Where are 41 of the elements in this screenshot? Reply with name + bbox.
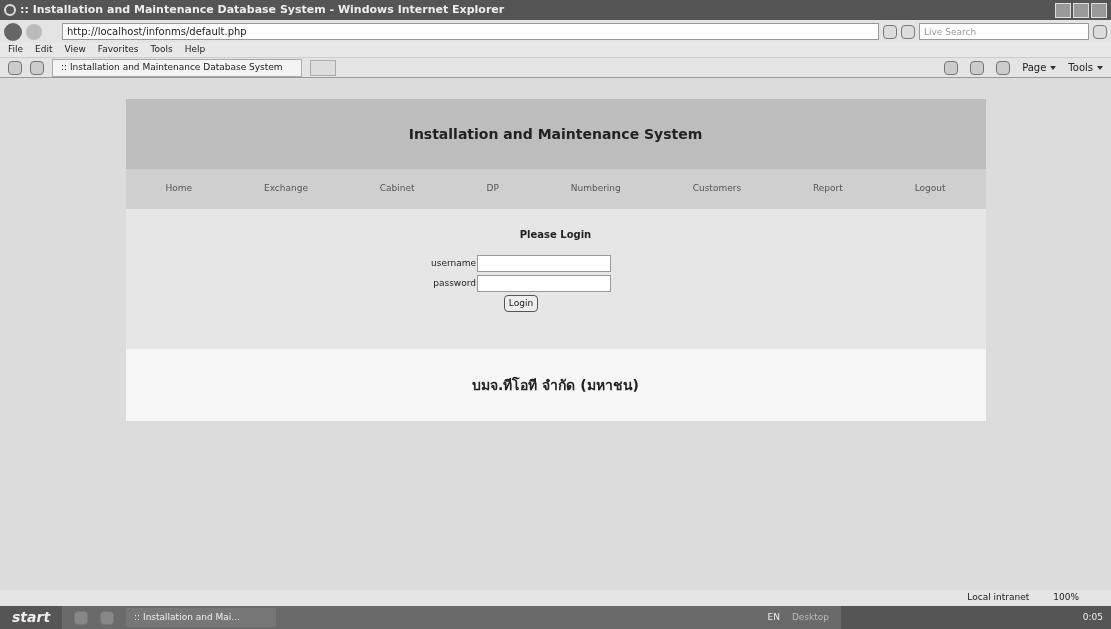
taskbar-button[interactable]: :: Installation and Mai... (126, 608, 277, 627)
menu-item[interactable]: File (8, 43, 24, 57)
company-name: บมจ.ทีโอที จำกัด (มหาชน) (472, 375, 639, 395)
menu-item[interactable]: Tools (150, 43, 173, 57)
nav-link[interactable]: Numbering (570, 182, 621, 196)
menu-item[interactable]: View (64, 43, 86, 57)
window-title: :: Installation and Maintenance Database System - Windows Internet Explorer (20, 1, 505, 18)
nav-link[interactable]: Home (165, 182, 193, 196)
menu-item[interactable]: Favorites (97, 43, 139, 57)
restore-button[interactable] (1073, 2, 1089, 18)
minimize-button[interactable] (1055, 2, 1071, 18)
address-field[interactable]: http://localhost/infonms/default.php (62, 23, 879, 40)
site-title: Installation and Maintenance System (408, 124, 703, 144)
input-field[interactable] (477, 275, 611, 292)
nav-link[interactable]: Customers (692, 182, 742, 196)
nav-link[interactable]: Cabinet (379, 182, 415, 196)
field-label: password (432, 276, 476, 290)
search-field[interactable]: Live Search (919, 23, 1089, 40)
menu-item[interactable]: Edit (35, 43, 53, 57)
caret-icon (1050, 65, 1057, 70)
menu-item[interactable]: Help (184, 43, 206, 57)
zoom-button[interactable]: 100% (1053, 591, 1079, 605)
command-button[interactable]: Tools (1068, 60, 1103, 75)
clock: 0:05 (1082, 610, 1103, 624)
back-button[interactable] (4, 22, 22, 41)
field-label: username (430, 256, 476, 270)
close-button[interactable] (1091, 2, 1107, 18)
language-indicator[interactable]: EN (767, 610, 780, 625)
start-button[interactable]: start (0, 606, 63, 629)
nav-link[interactable]: Report (812, 182, 843, 196)
new-tab-button[interactable] (310, 59, 336, 76)
login-title: Please Login (519, 228, 592, 242)
security-zone: Local intranet (967, 591, 1030, 605)
login-button[interactable]: Login (503, 295, 539, 312)
browser-tab[interactable]: :: Installation and Maintenance Database System (52, 58, 302, 77)
nav-link[interactable]: Logout (914, 182, 946, 196)
command-button[interactable]: Page (1022, 60, 1057, 75)
nav-link[interactable]: Exchange (263, 182, 308, 196)
input-field[interactable] (477, 255, 611, 272)
nav-link[interactable]: DP (486, 182, 499, 196)
caret-icon (1097, 65, 1103, 70)
